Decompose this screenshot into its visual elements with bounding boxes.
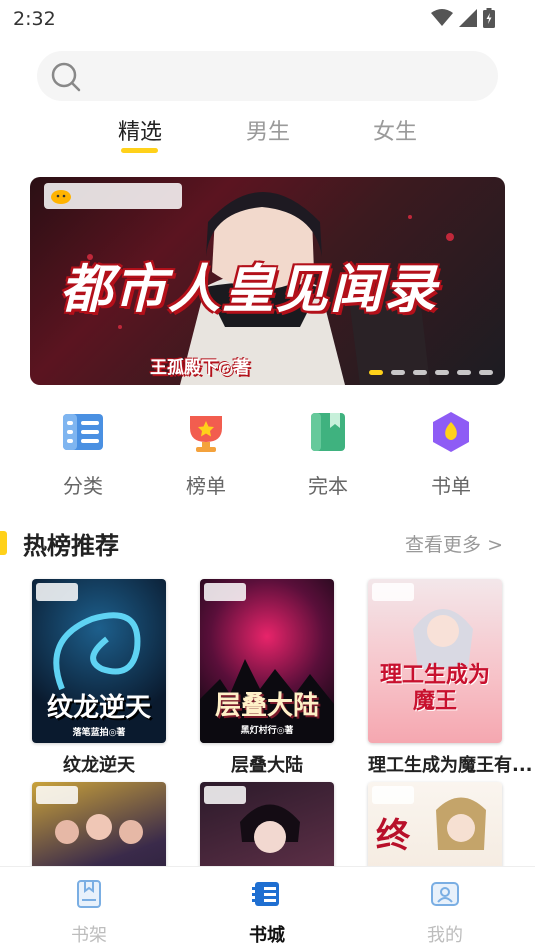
category-button[interactable]: 分类 (43, 410, 123, 499)
cover-title: 层叠大陆 (214, 691, 319, 721)
book-title: 层叠大陆 (231, 755, 303, 776)
cover-title: 纹龙逆天 (46, 693, 151, 723)
book-cover: 层叠大陆 黑灯村行◎著 (200, 579, 334, 743)
cover-title: 理工生成为魔王 (379, 663, 490, 714)
section-accent-bar (0, 531, 7, 555)
booklist-label: 书单 (431, 474, 471, 498)
cover-author: 落笔蓝拍◎著 (72, 728, 126, 738)
dragon-illustration (53, 612, 141, 691)
status-icons (431, 8, 495, 28)
carousel-dot[interactable] (369, 370, 383, 375)
logo-mascot-icon (51, 190, 71, 204)
cover-badge (204, 583, 246, 601)
booklist-button[interactable]: 书单 (411, 410, 491, 499)
section-header: 热榜推荐 查看更多 > (0, 525, 535, 561)
carousel-dots (369, 370, 493, 375)
category-label: 分类 (63, 474, 103, 498)
book-card[interactable]: 层叠大陆 黑灯村行◎著 层叠大陆 (200, 579, 334, 777)
character-illustration (240, 804, 300, 853)
trophy-icon (190, 416, 222, 452)
carousel-dot[interactable] (479, 370, 493, 375)
nav-bookstore[interactable]: 书城 (222, 879, 312, 947)
status-time: 2:32 (13, 8, 56, 30)
bottom-nav: 书架 书城 我的 (0, 866, 535, 951)
completed-label: 完本 (308, 474, 348, 498)
view-more-link[interactable]: 查看更多 > (405, 530, 503, 557)
character-illustration (413, 609, 473, 669)
carousel-dot[interactable] (457, 370, 471, 375)
tab-active-indicator (121, 148, 158, 153)
app-screen: 2:32 精选 男生 女生 都市人皇见闻录 王孤殿下◎著 分类 榜单 完本 书单… (0, 0, 535, 951)
category-shortcuts: 分类 榜单 完本 书单 (0, 410, 535, 500)
cover-title: 终 (376, 816, 410, 856)
book-title: 纹龙逆天 (63, 755, 135, 776)
ranking-label: 榜单 (186, 474, 226, 498)
book-card[interactable]: 理工生成为魔王 理工生成为魔王有... (368, 579, 533, 777)
bookstore-icon (252, 882, 279, 906)
tab-featured[interactable]: 精选 (118, 114, 162, 146)
nav-bookshelf[interactable]: 书架 (44, 879, 134, 947)
book-cover: 理工生成为魔王 (368, 579, 502, 743)
nav-label: 书架 (71, 925, 107, 946)
ranking-button[interactable]: 榜单 (166, 410, 246, 499)
nav-profile[interactable]: 我的 (400, 879, 490, 947)
book-title: 理工生成为魔王有... (368, 755, 533, 776)
nav-label: 我的 (427, 925, 463, 946)
banner-carousel[interactable]: 都市人皇见闻录 王孤殿下◎著 (30, 177, 505, 385)
signal-icon (459, 9, 477, 27)
profile-icon (431, 882, 459, 906)
bookshelf-icon (77, 880, 101, 908)
character-illustration (436, 797, 486, 850)
carousel-dot[interactable] (413, 370, 427, 375)
booklist-badge-icon (433, 412, 469, 452)
search-input[interactable] (37, 51, 498, 101)
group-illustration (55, 814, 143, 844)
tab-female[interactable]: 女生 (373, 114, 417, 146)
section-title: 热榜推荐 (23, 532, 119, 560)
search-icon (51, 62, 81, 92)
banner-logo (44, 183, 182, 209)
carousel-dot[interactable] (391, 370, 405, 375)
tab-male[interactable]: 男生 (246, 114, 290, 146)
nav-label: 书城 (249, 925, 285, 946)
category-list-icon (63, 414, 103, 450)
carousel-dot[interactable] (435, 370, 449, 375)
channel-tabs: 精选 男生 女生 (0, 110, 535, 160)
banner-author: 王孤殿下◎著 (150, 358, 250, 378)
bookmark-book-icon (311, 413, 345, 451)
completed-button[interactable]: 完本 (288, 410, 368, 499)
cover-badge (372, 786, 414, 804)
book-card[interactable]: 纹龙逆天 落笔蓝拍◎著 纹龙逆天 (32, 579, 166, 777)
cover-author: 黑灯村行◎著 (240, 726, 294, 736)
status-bar: 2:32 (0, 0, 535, 38)
book-cover: 纹龙逆天 落笔蓝拍◎著 (32, 579, 166, 743)
banner-title: 都市人皇见闻录 (60, 260, 439, 320)
battery-icon (483, 8, 495, 28)
wifi-icon (431, 9, 453, 26)
